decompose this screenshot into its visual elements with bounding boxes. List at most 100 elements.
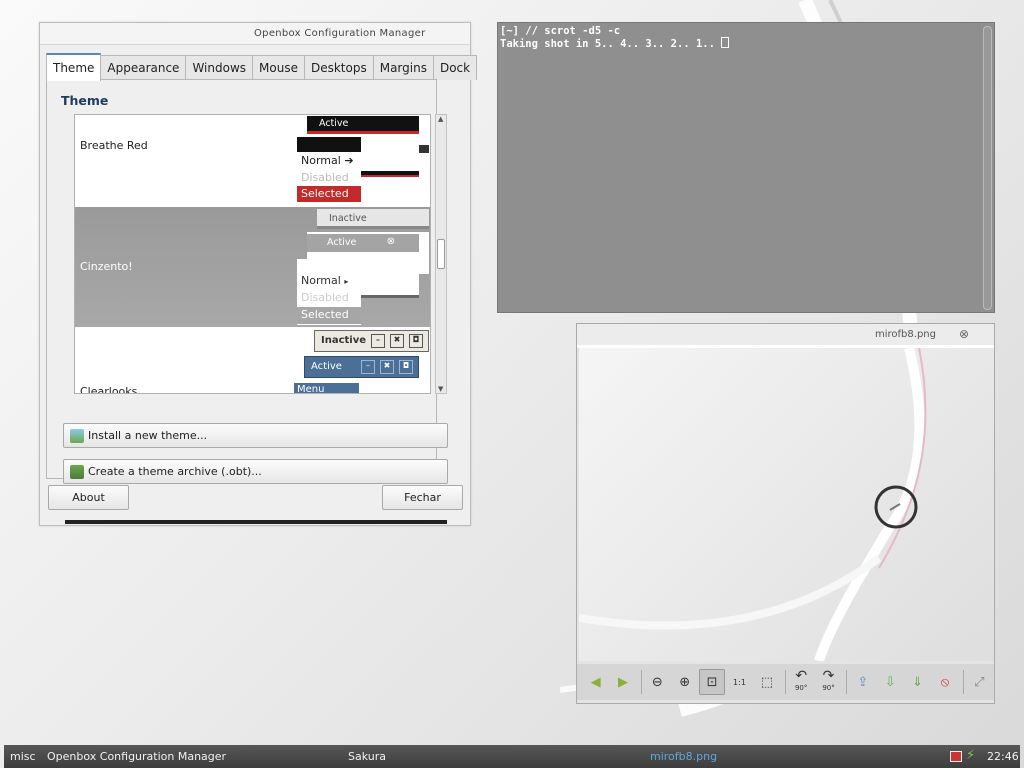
viewer-titlebar[interactable]: mirofb8.png ⊗ xyxy=(577,324,994,348)
close-icon: ✖ xyxy=(380,360,394,374)
tab-desktops[interactable]: Desktops xyxy=(303,55,374,80)
tab-bar: Theme Appearance Windows Mouse Desktops … xyxy=(46,53,478,81)
preview-active-label: Active xyxy=(311,361,342,372)
task-image-viewer[interactable]: mirofb8.png xyxy=(650,750,717,763)
create-archive-button[interactable]: Create a theme archive (.obt)... xyxy=(63,459,448,484)
zoom-out-icon[interactable]: ⊖ xyxy=(645,669,670,695)
image-canvas[interactable] xyxy=(578,346,994,663)
rotate-right-label: 90° xyxy=(822,684,835,692)
theme-item-cinzento[interactable]: Cinzento! Inactive Active ⊗ Normal ▸ Disa… xyxy=(75,207,430,327)
open-file-icon[interactable]: ⇪ xyxy=(850,669,875,695)
viewer-toolbar: ◀ ▶ ⊖ ⊕ ⊡ 1:1 ⬚ ↶ 90° ↷ 90° ⇪ ⇩ ⇓ ⦸ ⤢ xyxy=(577,664,994,700)
about-button[interactable]: About xyxy=(48,485,129,510)
network-tray-icon[interactable] xyxy=(950,751,962,762)
rotate-left-label: 90° xyxy=(794,684,808,692)
preview-window-edge xyxy=(361,262,419,298)
terminal-line-1: [~] // scrot -d5 -c xyxy=(500,25,621,37)
theme-list[interactable]: Breathe Red Active Normal ➔ Disabled Sel… xyxy=(74,114,431,394)
toolbar-separator xyxy=(846,670,848,694)
menu-button[interactable]: misc xyxy=(10,750,36,763)
tab-appearance[interactable]: Appearance xyxy=(100,55,187,80)
task-obconf[interactable]: Openbox Configuration Manager xyxy=(47,750,226,763)
back-arrow-icon[interactable]: ◀ xyxy=(583,669,608,695)
image-viewer-window: mirofb8.png ⊗ ◀ ▶ ⊖ ⊕ ⊡ 1:1 ⬚ ↶ 90° ↷ 90° … xyxy=(576,323,995,704)
toolbar-separator xyxy=(962,670,964,694)
close-button[interactable]: Fechar xyxy=(382,485,463,510)
battery-tray-icon[interactable]: ⚡ xyxy=(966,748,975,763)
zoom-fit-icon[interactable]: ⊡ xyxy=(699,669,725,695)
viewer-title: mirofb8.png xyxy=(875,329,936,340)
preview-active-label: Active xyxy=(327,237,357,248)
zoom-in-icon[interactable]: ⊕ xyxy=(672,669,697,695)
preview-scroll-mark xyxy=(419,145,429,153)
theme-item-breathe-red[interactable]: Breathe Red Active Normal ➔ Disabled Sel… xyxy=(75,115,430,207)
forward-arrow-icon[interactable]: ▶ xyxy=(610,669,635,695)
toolbar-separator xyxy=(784,670,786,694)
terminal-output: [~] // scrot -d5 -c Taking shot in 5.. 4… xyxy=(500,25,730,50)
scroll-up-icon[interactable]: ▲ xyxy=(438,115,443,123)
tab-windows[interactable]: Windows xyxy=(185,55,254,80)
preview-inactive-bar: Inactive xyxy=(317,209,429,229)
preview-active-bar: Active – ✖ ◘ xyxy=(304,356,419,378)
minimize-icon: – xyxy=(371,334,385,348)
preview-selected-item: Selected xyxy=(297,307,361,324)
submenu-arrow-icon: ▸ xyxy=(344,277,349,286)
image-preview xyxy=(578,346,927,663)
task-sakura[interactable]: Sakura xyxy=(348,750,386,763)
archive-icon xyxy=(70,464,84,479)
create-archive-label: Create a theme archive (.obt)... xyxy=(88,465,262,478)
preview-normal-label: Normal xyxy=(301,274,341,287)
toolbar-separator xyxy=(640,670,642,694)
preview-active-bar: Active ⊗ xyxy=(307,234,419,252)
maximize-icon: ◘ xyxy=(399,360,413,374)
theme-name: Cinzento! xyxy=(80,260,133,273)
close-icon[interactable]: ⊗ xyxy=(959,327,969,341)
install-theme-button[interactable]: Install a new theme... xyxy=(63,423,448,448)
scroll-down-icon[interactable]: ▼ xyxy=(438,385,443,393)
tab-mouse[interactable]: Mouse xyxy=(252,55,305,80)
preview-window-edge xyxy=(361,171,419,177)
fullscreen-icon[interactable]: ⤢ xyxy=(967,669,992,695)
window-title[interactable]: Openbox Configuration Manager xyxy=(40,23,470,45)
theme-name: Breathe Red xyxy=(80,139,148,152)
window-bottom-edge xyxy=(65,520,447,524)
preview-inactive-bar: Inactive – ✖ ◘ xyxy=(314,330,429,352)
clock: 22:46 xyxy=(987,750,1019,763)
taskbar: misc Openbox Configuration Manager Sakur… xyxy=(4,745,1020,768)
submenu-arrow-icon: ➔ xyxy=(344,154,354,167)
zoom-original-icon[interactable]: 1:1 xyxy=(727,669,752,695)
theme-name: Clearlooks xyxy=(80,385,138,394)
theme-list-scrollbar[interactable]: ▲ ▼ xyxy=(435,114,447,394)
terminal-scrollbar[interactable] xyxy=(983,26,992,310)
preview-disabled-item: Disabled xyxy=(301,291,349,304)
save-file-icon[interactable]: ⇩ xyxy=(878,669,903,695)
terminal-window[interactable]: [~] // scrot -d5 -c Taking shot in 5.. 4… xyxy=(497,22,995,313)
delete-icon[interactable]: ⦸ xyxy=(932,669,957,695)
preview-selected-item: Selected xyxy=(297,186,361,202)
preview-inactive-label: Inactive xyxy=(321,335,367,346)
rotate-right-icon[interactable]: ↷ 90° xyxy=(816,669,841,695)
install-icon xyxy=(70,428,84,443)
section-title: Theme xyxy=(61,93,109,108)
preview-normal-item: Normal ▸ xyxy=(301,274,348,287)
fit-window-icon[interactable]: ⬚ xyxy=(754,669,779,695)
install-theme-label: Install a new theme... xyxy=(88,429,208,442)
theme-item-clearlooks[interactable]: Clearlooks Inactive – ✖ ◘ Active – ✖ ◘ M… xyxy=(75,327,430,394)
rotate-left-icon[interactable]: ↶ 90° xyxy=(789,669,814,695)
preview-menu-header xyxy=(297,137,361,152)
rotate-left-glyph: ↶ xyxy=(795,668,808,684)
preview-active-bar: Active xyxy=(307,116,419,134)
tab-theme[interactable]: Theme xyxy=(46,53,102,81)
preview-menu-title: Menu xyxy=(294,383,359,393)
theme-panel: Theme Breathe Red Active Normal ➔ Disabl… xyxy=(46,79,448,484)
close-label: Fechar xyxy=(404,491,441,504)
tab-dock[interactable]: Dock xyxy=(432,55,478,80)
scrollbar-thumb[interactable] xyxy=(437,239,445,269)
tab-margins[interactable]: Margins xyxy=(372,55,434,80)
rotate-right-glyph: ↷ xyxy=(822,668,835,684)
about-label: About xyxy=(72,491,105,504)
minimize-icon: – xyxy=(361,360,375,374)
save-as-icon[interactable]: ⇓ xyxy=(905,669,930,695)
close-icon: ✖ xyxy=(390,334,404,348)
terminal-line-2: Taking shot in 5.. 4.. 3.. 2.. 1.. xyxy=(500,38,722,50)
